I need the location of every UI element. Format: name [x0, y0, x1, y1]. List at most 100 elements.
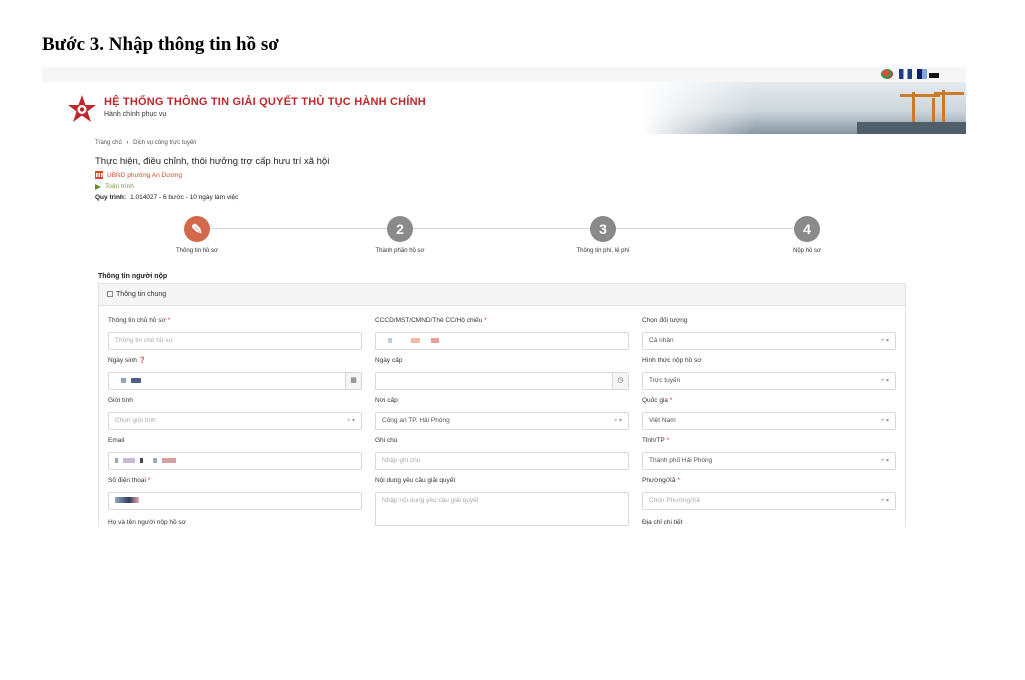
dob-field: Ngày sinh ❓ ▦ — [108, 357, 362, 390]
clock-icon[interactable]: ◷ — [612, 373, 628, 389]
redacted-value — [410, 337, 420, 343]
redacted-value — [122, 457, 135, 463]
portal-logo-icon[interactable] — [66, 94, 98, 126]
issue-date-field: Ngày cấp ◷ — [375, 357, 629, 390]
step-number: 4 — [794, 216, 820, 242]
document-heading: Bước 3. Nhập thông tin hồ sơ — [42, 34, 279, 55]
required-mark: * — [484, 317, 487, 324]
country-select[interactable]: Việt Nam × ▾ — [642, 412, 896, 430]
step-2[interactable]: 2 Thành phần hồ sơ — [335, 216, 465, 254]
province-select[interactable]: Thành phố Hải Phòng × ▾ — [642, 452, 896, 470]
country-label: Quốc gia — [642, 397, 669, 404]
redacted-value — [115, 457, 118, 463]
id-number-field: CCCD/MST/CMND/Thẻ CC/Hộ chiếu * — [375, 317, 629, 350]
ward-field: Phường/Xã * Chọn Phường/Xã × ▾ — [642, 477, 896, 510]
issue-place-select[interactable]: Công an TP. Hải Phòng × ▾ — [375, 412, 629, 430]
portal-subtitle: Hành chính phục vụ — [104, 111, 167, 118]
clear-dropdown-icon[interactable]: × ▾ — [881, 373, 889, 389]
language-globe-icon[interactable] — [881, 69, 893, 79]
step-3[interactable]: 3 Thông tin phí, lệ phí — [538, 216, 668, 254]
ward-select[interactable]: Chọn Phường/Xã × ▾ — [642, 492, 896, 510]
phone-label: Số điện thoại — [108, 477, 146, 484]
institution-icon — [95, 171, 103, 179]
general-info-header[interactable]: Thông tin chung — [99, 284, 905, 306]
redacted-value — [153, 457, 158, 463]
dob-label: Ngày sinh — [108, 357, 137, 364]
step-number: 2 — [387, 216, 413, 242]
agency-label: UBND phường An Dương — [107, 171, 183, 179]
redacted-value — [388, 337, 392, 343]
redacted-value — [121, 377, 126, 383]
ward-placeholder: Chọn Phường/Xã — [649, 497, 700, 504]
email-input[interactable] — [108, 452, 362, 470]
cutoff-row: Họ và tên người nộp hồ sơ Địa chỉ chi ti… — [98, 517, 906, 527]
issue-date-input[interactable]: ◷ — [375, 372, 629, 390]
note-input[interactable]: Nhập ghi chú — [375, 452, 629, 470]
subject-select[interactable]: Cá nhân × ▾ — [642, 332, 896, 350]
calendar-icon[interactable]: ▦ — [345, 373, 361, 389]
country-value: Việt Nam — [649, 417, 676, 424]
submit-method-select[interactable]: Trực tuyến × ▾ — [642, 372, 896, 390]
breadcrumb-home[interactable]: Trang chủ — [95, 140, 122, 146]
step-label: Thành phần hồ sơ — [375, 248, 425, 254]
submit-method-value: Trực tuyến — [649, 377, 681, 384]
breadcrumb-separator: › — [126, 140, 129, 146]
step-4[interactable]: 4 Nộp hồ sơ — [742, 216, 872, 254]
redacted-value — [115, 497, 139, 504]
steps-label: Quy trình: — [95, 194, 127, 201]
procedure-agency: UBND phường An Dương — [95, 171, 182, 179]
clear-dropdown-icon[interactable]: × ▾ — [614, 413, 622, 429]
double-chevron-icon — [95, 183, 101, 190]
header-banner: HỆ THỐNG THÔNG TIN GIẢI QUYẾT THỦ TỤC HÀ… — [42, 82, 966, 134]
id-number-input[interactable] — [375, 332, 629, 350]
redacted-value — [139, 457, 143, 463]
clear-dropdown-icon[interactable]: × ▾ — [347, 413, 355, 429]
email-field: Email — [108, 437, 362, 470]
clear-dropdown-icon[interactable]: × ▾ — [881, 493, 889, 509]
submitter-name-label: Họ và tên người nộp hồ sơ — [108, 519, 186, 526]
language-flag-icon[interactable] — [917, 69, 927, 79]
step-label: Thông tin phí, lệ phí — [576, 248, 630, 254]
province-value: Thành phố Hải Phòng — [649, 457, 713, 464]
subject-value: Cá nhân — [649, 337, 674, 344]
subject-field: Chọn đối tượng Cá nhân × ▾ — [642, 317, 896, 350]
redacted-value — [430, 337, 439, 343]
breadcrumb: Trang chủ › Dịch vụ công trực tuyến — [95, 140, 197, 146]
wizard-stepper: ✎ Thông tin hồ sơ 2 Thành phần hồ sơ 3 T… — [95, 216, 905, 258]
owner-label: Thông tin chủ hồ sơ — [108, 317, 166, 324]
province-label: Tỉnh/TP — [642, 437, 665, 444]
collapse-icon[interactable] — [107, 291, 113, 297]
submit-method-label: Hình thức nộp hồ sơ — [642, 357, 702, 364]
step-label: Thông tin hồ sơ — [176, 248, 218, 254]
province-field: Tỉnh/TP * Thành phố Hải Phòng × ▾ — [642, 437, 896, 470]
request-content-placeholder: Nhập nội dung yêu cầu giải quyết — [382, 497, 479, 504]
language-flag-icon[interactable] — [899, 69, 912, 79]
top-bar — [42, 67, 966, 82]
phone-input[interactable] — [108, 492, 362, 510]
clear-dropdown-icon[interactable]: × ▾ — [881, 453, 889, 469]
issue-place-label: Nơi cấp — [375, 397, 398, 404]
breadcrumb-current[interactable]: Dịch vụ công trực tuyến — [133, 140, 196, 146]
request-content-label: Nội dung yêu cầu giải quyết — [375, 477, 456, 484]
required-mark: * — [147, 477, 151, 484]
dob-input[interactable]: ▦ — [108, 372, 362, 390]
email-label: Email — [108, 437, 125, 444]
gender-placeholder: Chọn giới tính — [115, 417, 156, 424]
procedure-scope: Toàn trình — [95, 183, 134, 190]
clear-dropdown-icon[interactable]: × ▾ — [881, 333, 889, 349]
stepper-line — [197, 228, 807, 229]
required-mark: * — [669, 397, 673, 404]
clear-dropdown-icon[interactable]: × ▾ — [881, 413, 889, 429]
required-mark: * — [167, 317, 171, 324]
pencil-icon: ✎ — [184, 216, 210, 242]
help-icon[interactable]: ❓ — [139, 358, 146, 364]
step-1[interactable]: ✎ Thông tin hồ sơ — [132, 216, 262, 254]
owner-input[interactable]: Thông tin chủ hồ sơ — [108, 332, 362, 350]
panel-title: Thông tin chung — [116, 291, 167, 298]
ward-label: Phường/Xã — [642, 477, 676, 484]
country-field: Quốc gia * Việt Nam × ▾ — [642, 397, 896, 430]
language-flag-icon[interactable] — [929, 73, 939, 78]
procedure-title: Thực hiện, điều chỉnh, thôi hưởng trợ cấ… — [95, 156, 330, 167]
gender-select[interactable]: Chọn giới tính × ▾ — [108, 412, 362, 430]
note-field: Ghi chú Nhập ghi chú — [375, 437, 629, 470]
